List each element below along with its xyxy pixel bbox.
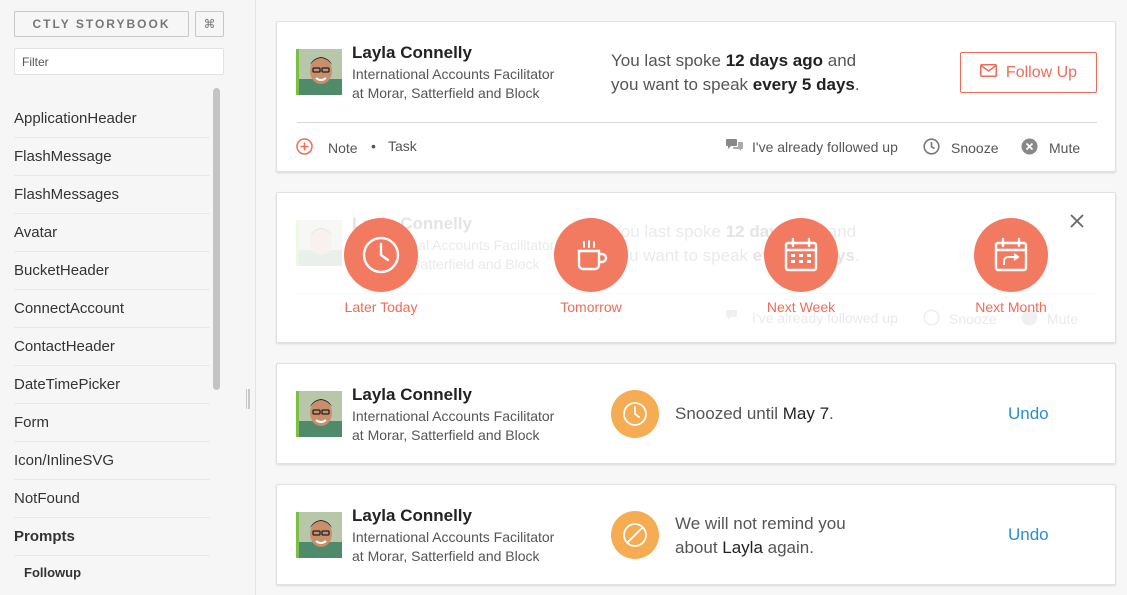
snooze-tomorrow-label: Tomorrow xyxy=(560,299,622,315)
block-icon xyxy=(611,511,659,559)
task-label: Task xyxy=(388,138,417,154)
undo-snooze-button[interactable]: Undo xyxy=(1008,404,1049,424)
contact-name: Layla Connelly xyxy=(352,506,472,525)
contact-company: at Morar, Satterfield and Block xyxy=(352,85,540,101)
clock-icon xyxy=(344,218,418,292)
story-item-flashmessages[interactable]: FlashMessages xyxy=(14,176,210,214)
coffee-icon xyxy=(554,218,628,292)
contact-title: International Accounts Facilitator xyxy=(352,66,555,82)
filter-input[interactable] xyxy=(14,48,224,75)
storybook-title-button[interactable]: CTLY STORYBOOK xyxy=(14,11,189,37)
avatar xyxy=(296,512,342,558)
snooze-next-week-label: Next Week xyxy=(766,299,836,315)
snooze-later-today-button[interactable]: Later Today xyxy=(321,218,441,315)
calendar-icon xyxy=(764,218,838,292)
story-item-flashmessage[interactable]: FlashMessage xyxy=(14,138,210,176)
snooze-next-week-button[interactable]: Next Week xyxy=(741,218,861,315)
chat-bubbles-icon xyxy=(726,138,743,155)
snooze-later-today-label: Later Today xyxy=(344,299,418,315)
story-subitem-followup[interactable]: Followup xyxy=(14,556,210,590)
followup-message: You last spoke 12 days ago and you want … xyxy=(611,51,860,94)
story-list: ApplicationHeader FlashMessage FlashMess… xyxy=(14,100,210,590)
clock-icon xyxy=(611,390,659,438)
snooze-tomorrow-button[interactable]: Tomorrow xyxy=(531,218,651,315)
snoozed-card: Layla Connelly International Accounts Fa… xyxy=(276,363,1116,464)
contact-title: International Accounts Facilitator xyxy=(352,408,555,424)
story-item-connectaccount[interactable]: ConnectAccount xyxy=(14,290,210,328)
story-item-bucketheader[interactable]: BucketHeader xyxy=(14,252,210,290)
story-preview: Layla Connelly International Accounts Fa… xyxy=(255,0,1127,595)
follow-up-label: Follow Up xyxy=(1005,63,1078,81)
panel-resize-handle[interactable] xyxy=(246,389,251,409)
contact-company: at Morar, Satterfield and Block xyxy=(352,427,540,443)
snooze-label: Snooze xyxy=(951,140,999,156)
storybook-sidebar: CTLY STORYBOOK ⌘ ApplicationHeader Flash… xyxy=(0,0,251,595)
shortcuts-button[interactable]: ⌘ xyxy=(195,11,224,37)
snooze-next-month-label: Next Month xyxy=(975,299,1047,315)
card-divider xyxy=(297,122,1097,123)
add-note-button[interactable]: Note xyxy=(296,138,358,158)
sidebar-header: CTLY STORYBOOK ⌘ xyxy=(14,11,224,37)
snooze-options-overlay: Later Today Tomorrow Next Week Next Mont… xyxy=(277,193,1115,342)
snooze-button[interactable]: Snooze xyxy=(923,138,998,158)
story-item-contactheader[interactable]: ContactHeader xyxy=(14,328,210,366)
contact-company: at Morar, Satterfield and Block xyxy=(352,548,540,564)
contact-name: Layla Connelly xyxy=(352,43,472,62)
add-task-button[interactable]: Task xyxy=(388,138,417,154)
plus-circle-icon xyxy=(296,138,313,158)
clock-icon xyxy=(923,138,940,158)
close-icon[interactable] xyxy=(1067,211,1087,231)
story-item-prompts[interactable]: Prompts xyxy=(14,518,210,556)
story-item-datetimepicker[interactable]: DateTimePicker xyxy=(14,366,210,404)
undo-mute-button[interactable]: Undo xyxy=(1008,525,1049,545)
calendar-forward-icon xyxy=(974,218,1048,292)
sidebar-scrollbar-thumb[interactable] xyxy=(213,88,220,390)
muted-message: We will not remind you about Layla again… xyxy=(675,514,846,557)
note-label: Note xyxy=(328,140,358,156)
avatar xyxy=(296,391,342,437)
avatar xyxy=(296,49,342,95)
envelope-icon xyxy=(979,63,997,82)
story-item-applicationheader[interactable]: ApplicationHeader xyxy=(14,100,210,138)
story-item-avatar[interactable]: Avatar xyxy=(14,214,210,252)
snooze-next-month-button[interactable]: Next Month xyxy=(951,218,1071,315)
story-item-form[interactable]: Form xyxy=(14,404,210,442)
close-circle-icon xyxy=(1021,138,1038,158)
follow-up-button[interactable]: Follow Up xyxy=(960,52,1097,93)
already-followed-up-label: I've already followed up xyxy=(752,138,898,155)
mute-label: Mute xyxy=(1049,140,1081,156)
already-followed-up-button[interactable]: I've already followed up xyxy=(726,138,898,155)
story-item-icon-inlinesvg[interactable]: Icon/InlineSVG xyxy=(14,442,210,480)
contact-title: International Accounts Facilitator xyxy=(352,529,555,545)
story-item-notfound[interactable]: NotFound xyxy=(14,480,210,518)
muted-card: Layla Connelly International Accounts Fa… xyxy=(276,484,1116,585)
contact-name: Layla Connelly xyxy=(352,385,472,404)
separator-dot: • xyxy=(371,138,376,154)
mute-button[interactable]: Mute xyxy=(1021,138,1080,158)
snooze-card: Layla Connelly International Accounts Fa… xyxy=(276,192,1116,343)
followup-card: Layla Connelly International Accounts Fa… xyxy=(276,21,1116,172)
snoozed-message: Snoozed until May 7. xyxy=(675,404,834,423)
